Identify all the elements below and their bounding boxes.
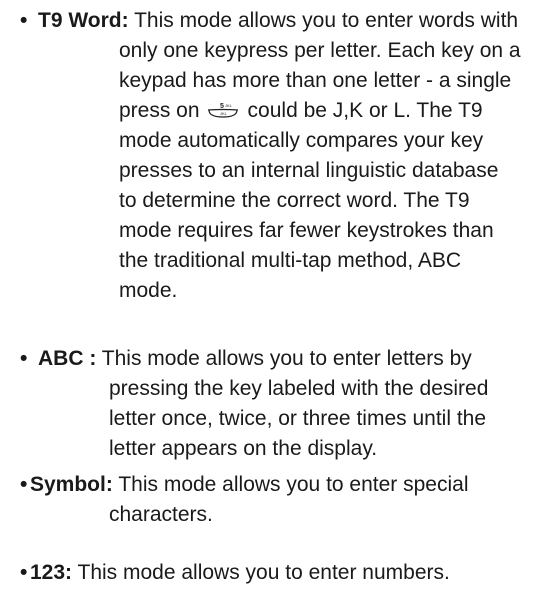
abc-line-4: letter appears on the display. [109,437,378,460]
symbol-entry: • Symbol: This mode allows you to enter … [20,470,532,530]
bullet: • [20,473,28,496]
t9-word-term: T9 Word: [38,9,129,32]
t9-word-line-4: press on 5 JKL JKL could be J,K or L. Th… [119,96,483,125]
t9-word-line-3: keypad has more than one letter - a sing… [119,69,512,92]
t9-word-line-10: mode. [119,279,178,302]
abc-line-3: letter once, twice, or three times until… [109,407,487,430]
t9-word-line-5: mode automatically compares your key [119,129,484,152]
t9-word-line-9: the traditional multi-tap method, ABC [119,249,462,272]
t9-word-line-8: mode requires far fewer keystrokes than [119,219,494,242]
number-entry: • 123: This mode allows you to enter num… [20,558,532,588]
symbol-term: Symbol: [30,473,113,496]
abc-line-2: pressing the key labeled with the desire… [109,377,489,400]
number-first-line: 123: This mode allows you to enter numbe… [30,558,450,587]
text-input-modes-page: • T9 Word: This mode allows you to enter… [0,0,539,595]
symbol-first-line: Symbol: This mode allows you to enter sp… [30,470,468,499]
bullet: • [20,9,28,32]
number-line-1: This mode allows you to enter numbers. [77,561,450,584]
t9-word-line-4a: press on [119,99,200,122]
abc-line-1: This mode allows you to enter letters by [101,347,472,370]
svg-text:JKL: JKL [225,103,233,108]
t9-word-entry: • T9 Word: This mode allows you to enter… [20,6,532,346]
symbol-line-1: This mode allows you to enter special [118,473,469,496]
bullet: • [20,347,28,370]
abc-first-line: ABC : This mode allows you to enter lett… [38,344,472,373]
number-term: 123: [30,561,73,584]
keypad-5-key-icon: 5 JKL JKL [206,101,240,119]
symbol-line-2: characters. [109,503,213,526]
svg-text:JKL: JKL [220,111,228,116]
t9-word-line-2: only one keypress per letter. Each key o… [119,39,521,62]
abc-term: ABC : [38,347,97,370]
t9-word-line-6: presses to an internal linguistic databa… [119,159,499,182]
bullet: • [20,561,28,584]
t9-word-line-1: This mode allows you to enter words with [134,9,519,32]
t9-word-line-4b: could be J,K or L. The T9 [247,99,483,122]
t9-word-first-line: T9 Word: This mode allows you to enter w… [38,6,518,35]
abc-entry: • ABC : This mode allows you to enter le… [20,344,532,464]
t9-word-line-7: to determine the correct word. The T9 [119,189,470,212]
